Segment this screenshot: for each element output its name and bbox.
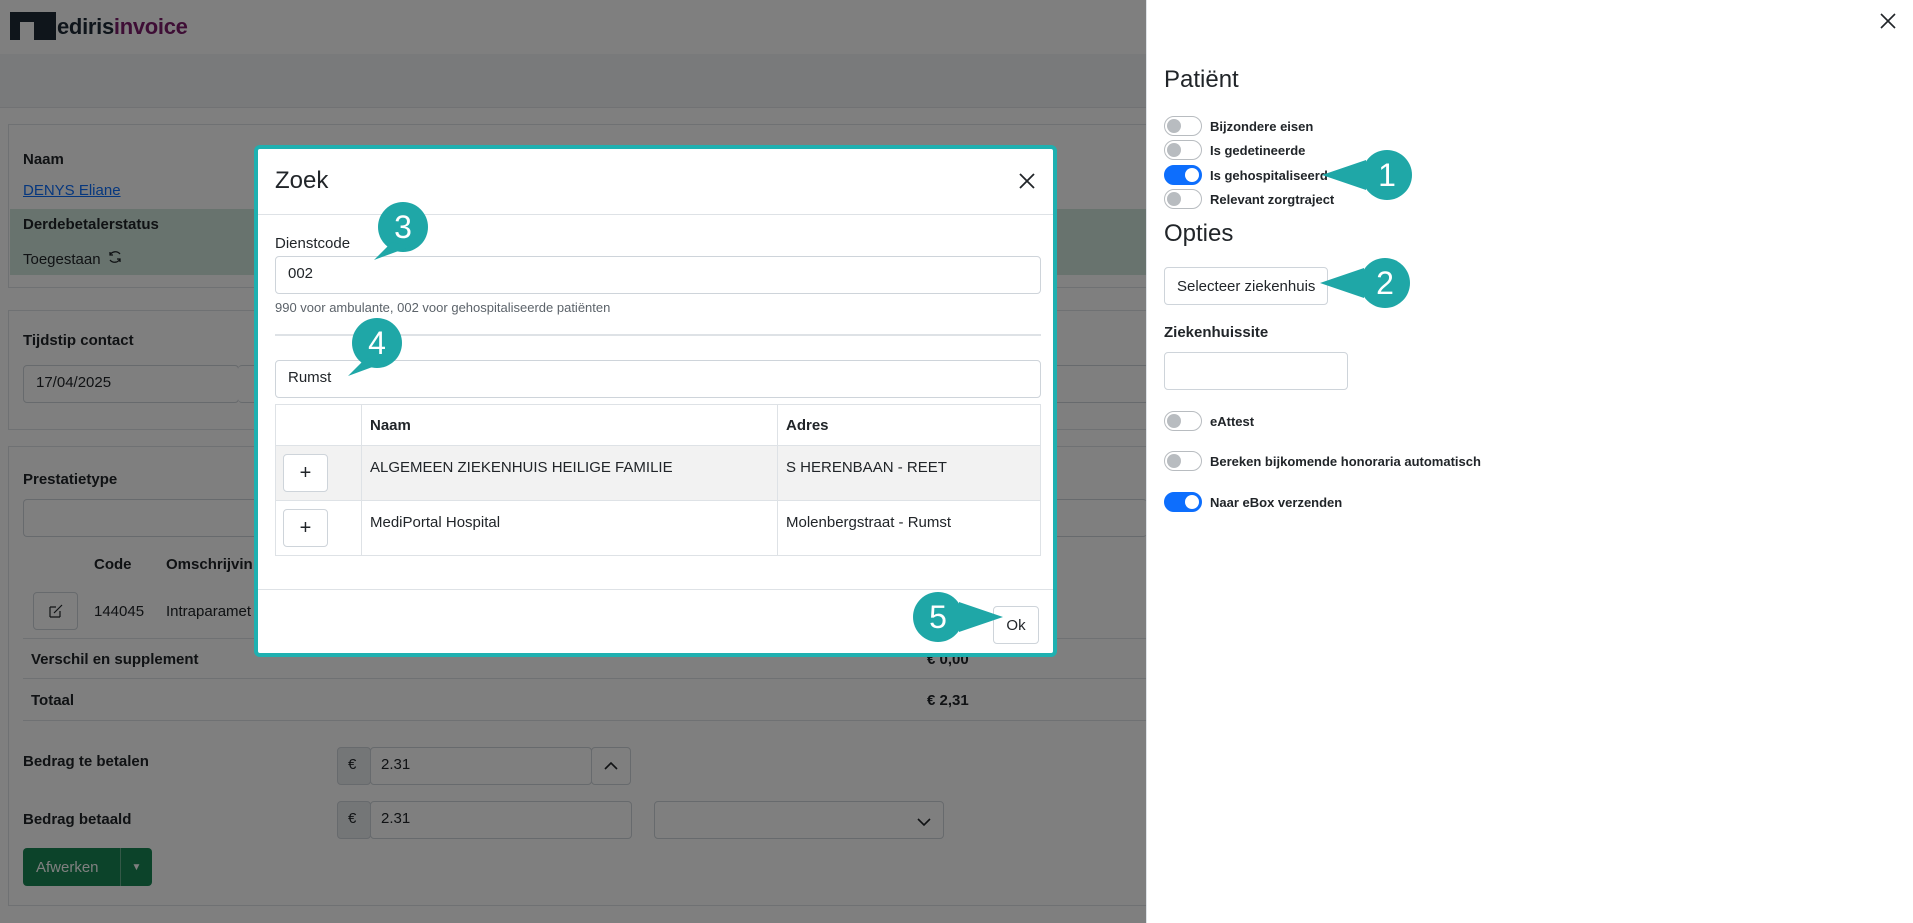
callout-2: 2 [1320,258,1410,308]
toggle-relevant-zorgtraject[interactable]: Relevant zorgtraject [1164,188,1334,210]
col-header-naam: Naam [361,404,778,446]
dienstcode-label: Dienstcode [275,235,351,252]
toggle-label: eAttest [1210,413,1255,429]
close-icon[interactable] [1877,10,1899,32]
site-input[interactable] [1164,352,1348,390]
naam-cell: MediPortal Hospital [361,500,778,556]
add-button[interactable]: + [283,509,328,547]
callout-number: 4 [368,324,386,361]
toggle-switch[interactable] [1164,140,1202,160]
callout-number: 3 [394,208,412,245]
toggle-label: Relevant zorgtraject [1210,191,1335,207]
adres-cell: Molenbergstraat - Rumst [777,500,1041,556]
action-cell: + [275,445,362,501]
close-icon[interactable] [1015,169,1039,193]
col-header-action [275,404,362,446]
add-button[interactable]: + [283,454,328,492]
dienstcode-help: 990 voor ambulante, 002 voor gehospitali… [275,300,611,315]
opties-heading: Opties [1164,220,1234,247]
main-page: edirisinvoice Naam DENYS Eliane Derdebet… [0,0,1146,923]
toggle-bijzondere-eisen[interactable]: Bijzondere eisen [1164,115,1313,137]
table-header-row: Naam Adres [275,404,1041,446]
toggle-label: Is gehospitaliseerd [1210,167,1328,183]
toggle-switch[interactable] [1164,116,1202,136]
toggle-label: Is gedetineerde [1210,142,1306,158]
callout-number: 1 [1378,156,1396,193]
patient-heading: Patiënt [1164,66,1239,93]
select-hospital-button[interactable]: Selecteer ziekenhuis [1164,267,1329,305]
toggle-bereken-honoraria[interactable]: Bereken bijkomende honoraria automatisch [1164,450,1481,472]
toggle-switch[interactable] [1164,165,1202,185]
naam-cell: ALGEMEEN ZIEKENHUIS HEILIGE FAMILIE [361,445,778,501]
action-cell: + [275,500,362,556]
toggle-label: Bereken bijkomende honoraria automatisch [1210,453,1481,469]
callout-5: 5 [913,592,1003,642]
table-row: + MediPortal Hospital Molenbergstraat - … [275,500,1041,556]
toggle-switch[interactable] [1164,411,1202,431]
table-row: + ALGEMEEN ZIEKENHUIS HEILIGE FAMILIE S … [275,445,1041,501]
toggle-eattest[interactable]: eAttest [1164,410,1254,432]
toggle-label: Naar eBox verzenden [1210,494,1343,510]
options-panel: Patiënt Bijzondere eisen Is gedetineerde… [1146,0,1913,923]
callout-1: 1 [1322,150,1412,200]
callout-number: 5 [929,598,947,635]
col-header-adres: Adres [777,404,1041,446]
toggle-is-gehospitaliseerd[interactable]: Is gehospitaliseerd [1164,164,1328,186]
modal-title: Zoek [275,167,329,194]
toggle-switch[interactable] [1164,451,1202,471]
site-label: Ziekenhuissite [1164,324,1269,341]
toggle-switch[interactable] [1164,189,1202,209]
results-table: Naam Adres + ALGEMEEN ZIEKENHUIS HEILIGE… [275,404,1041,556]
callout-3: 3 [374,202,428,260]
toggle-naar-ebox[interactable]: Naar eBox verzenden [1164,491,1342,513]
callout-4: 4 [348,318,402,376]
toggle-is-gedetineerde[interactable]: Is gedetineerde [1164,139,1305,161]
toggle-switch[interactable] [1164,492,1202,512]
adres-cell: S HERENBAAN - REET [777,445,1041,501]
callout-number: 2 [1376,264,1394,301]
toggle-label: Bijzondere eisen [1210,118,1314,134]
